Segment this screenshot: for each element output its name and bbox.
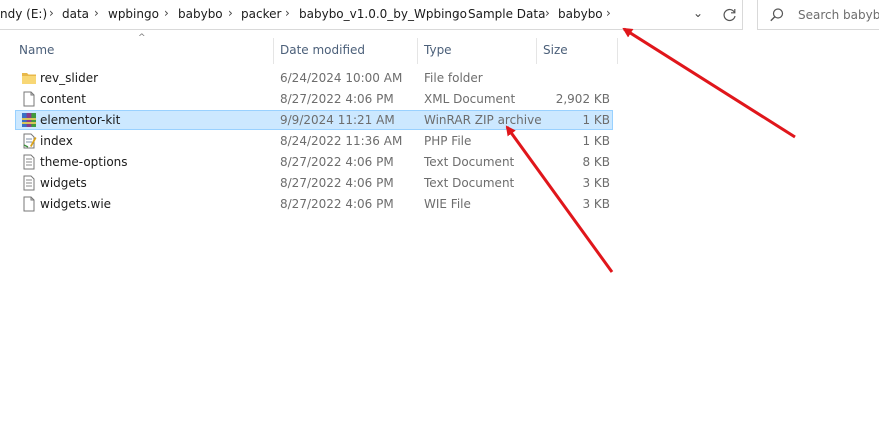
- red-arrow-to-address-bar: [622, 27, 796, 139]
- annotation-overlay: [505, 27, 796, 273]
- red-arrow-to-zip-type: [505, 125, 614, 273]
